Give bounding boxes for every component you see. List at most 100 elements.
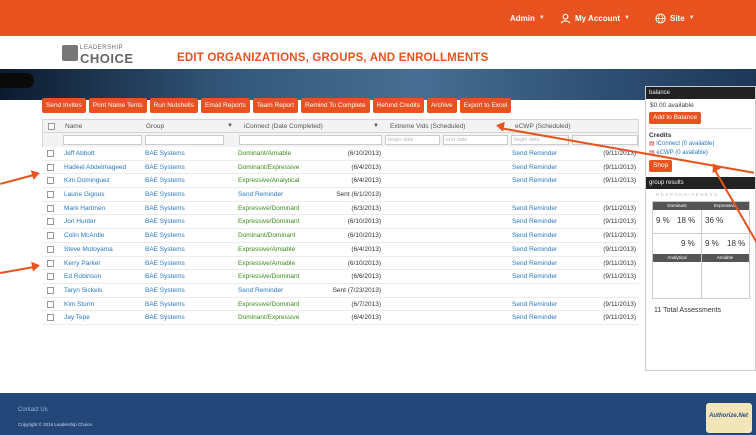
row-ecwp-reminder-link[interactable]: Send Reminder xyxy=(512,314,557,321)
row-name-link[interactable]: Hadeel Abdelmageed xyxy=(64,164,126,171)
export-to-excel-button[interactable]: Export to Excel xyxy=(459,98,512,113)
row-ecwp-reminder-link[interactable]: Send Reminder xyxy=(512,205,557,212)
remind-to-complete-button[interactable]: Remind To Complete xyxy=(301,98,370,113)
table-row[interactable]: Kim Sturm BAE Systems Expressive/Dominant (… xyxy=(42,298,639,312)
row-group-link[interactable]: BAE Systems xyxy=(145,164,185,171)
shop-button[interactable]: Shop xyxy=(649,160,673,172)
table-row[interactable]: Jon Hunter BAE Systems Expressive/Dominant… xyxy=(42,215,639,230)
row-checkbox[interactable] xyxy=(47,163,54,171)
email-reports-button[interactable]: Email Reports xyxy=(200,98,250,113)
admin-menu[interactable]: Admin ▼ xyxy=(510,0,545,36)
archive-button[interactable]: Archive xyxy=(426,98,457,113)
contact-us-link[interactable]: Contact Us xyxy=(18,407,48,413)
name-filter-input[interactable] xyxy=(63,135,142,145)
row-ecwp-reminder-link[interactable]: Send Reminder xyxy=(512,150,557,157)
table-row[interactable]: Mark Hartmen BAE Systems Expressive/Domina… xyxy=(42,202,639,216)
row-group-link[interactable]: BAE Systems xyxy=(145,287,185,294)
row-group-link[interactable]: BAE Systems xyxy=(145,177,185,184)
row-ecwp-reminder-link[interactable]: Send Reminder xyxy=(512,260,557,267)
row-name-link[interactable]: Kerry Parker xyxy=(64,260,100,267)
row-group-link[interactable]: BAE Systems xyxy=(145,191,185,198)
row-name-link[interactable]: Kim Sturm xyxy=(64,301,94,308)
row-name-link[interactable]: Jeff Abbott xyxy=(64,150,95,157)
row-group-link[interactable]: BAE Systems xyxy=(145,232,185,239)
run-nutshells-button[interactable]: Run Nutshells xyxy=(149,98,198,113)
refund-credits-button[interactable]: Refund Credits xyxy=(372,98,424,113)
row-checkbox[interactable] xyxy=(47,300,54,308)
row-name-link[interactable]: Jay Tepe xyxy=(64,314,90,321)
team-report-button[interactable]: Team Report xyxy=(252,98,299,113)
row-group-link[interactable]: BAE Systems xyxy=(145,301,185,308)
row-name-link[interactable]: Steve Motoyama xyxy=(64,246,113,253)
row-ecwp-reminder-link[interactable]: Send Reminder xyxy=(512,164,557,171)
row-checkbox[interactable] xyxy=(47,232,54,240)
row-ecwp-reminder-link[interactable]: Send Reminder xyxy=(512,301,557,308)
site-menu[interactable]: Site ▼ xyxy=(655,0,695,36)
iconnect-filter-input[interactable] xyxy=(239,135,382,145)
row-checkbox[interactable] xyxy=(47,150,54,157)
print-name-tents-button[interactable]: Print Name Tents xyxy=(88,98,147,113)
row-group-link[interactable]: BAE Systems xyxy=(145,314,185,321)
table-row[interactable]: Jay Tepe BAE Systems Dominant/Expressive (6… xyxy=(42,311,639,325)
table-row[interactable]: Laurie Gigous BAE Systems Send Reminder Sen… xyxy=(42,188,639,202)
leadership-choice-logo[interactable]: LEADERSHIP CHOICE xyxy=(62,42,133,66)
row-checkbox[interactable] xyxy=(47,259,54,267)
vids-begin-date-input[interactable]: begin date xyxy=(385,135,440,145)
row-group-link[interactable]: BAE Systems xyxy=(145,218,185,225)
select-all-checkbox[interactable] xyxy=(48,123,55,130)
column-header-iconnect[interactable]: iConnect (Date Completed) xyxy=(244,123,323,130)
row-checkbox[interactable] xyxy=(47,245,54,253)
row-name-link[interactable]: Colin McArdle xyxy=(64,232,104,239)
row-name-link[interactable]: Taryn Sickels xyxy=(64,287,102,294)
row-group-link[interactable]: BAE Systems xyxy=(145,246,185,253)
table-row[interactable]: Colin McArdle BAE Systems Dominant/Dominan… xyxy=(42,229,639,243)
row-checkbox[interactable] xyxy=(47,273,54,281)
row-checkbox[interactable] xyxy=(47,191,54,199)
row-checkbox[interactable] xyxy=(47,218,54,226)
row-name-link[interactable]: Laurie Gigous xyxy=(64,191,104,198)
chevron-down-icon[interactable]: ▼ xyxy=(373,123,379,129)
row-send-reminder-link[interactable]: Send Reminder xyxy=(238,287,283,294)
row-send-reminder-link[interactable]: Send Reminder xyxy=(238,191,283,198)
row-checkbox[interactable] xyxy=(47,314,54,322)
row-group-link[interactable]: BAE Systems xyxy=(145,260,185,267)
vids-end-date-input[interactable]: end date xyxy=(443,135,508,145)
table-row[interactable]: Kim Dominguez BAE Systems Expressive/Analy… xyxy=(42,174,639,189)
row-checkbox[interactable] xyxy=(47,286,54,294)
my-account-menu[interactable]: My Account ▼ xyxy=(560,0,630,36)
row-name-link[interactable]: Jon Hunter xyxy=(64,218,96,225)
group-filter-input[interactable] xyxy=(145,135,224,145)
row-ecwp-reminder-link[interactable]: Send Reminder xyxy=(512,273,557,280)
table-row[interactable]: Ed Robinson BAE Systems Expressive/Dominan… xyxy=(42,270,639,284)
row-name-link[interactable]: Mark Hartmen xyxy=(64,205,105,212)
row-ecwp-reminder-link[interactable]: Send Reminder xyxy=(512,177,557,184)
row-name-link[interactable]: Ed Robinson xyxy=(64,273,101,280)
authorize-net-seal[interactable]: Authorize.Net xyxy=(706,403,752,433)
row-checkbox[interactable] xyxy=(47,177,54,185)
row-group-link[interactable]: BAE Systems xyxy=(145,205,185,212)
chevron-down-icon[interactable]: ▼ xyxy=(227,123,233,129)
row-ecwp-reminder-link[interactable]: Send Reminder xyxy=(512,246,557,253)
row-group-link[interactable]: BAE Systems xyxy=(145,273,185,280)
send-invites-button[interactable]: Send Invites xyxy=(42,98,86,113)
table-row[interactable]: Hadeel Abdelmageed BAE Systems Dominant/Ex… xyxy=(42,161,639,175)
row-ecwp-reminder-link[interactable]: Send Reminder xyxy=(512,232,557,239)
column-header-group[interactable]: Group xyxy=(146,123,164,130)
column-header-name[interactable]: Name xyxy=(65,123,82,130)
row-group-link[interactable]: BAE Systems xyxy=(145,150,185,157)
table-row[interactable]: Jeff Abbott BAE Systems Dominant/Amiable (6… xyxy=(42,147,639,161)
row-iconnect-result: Expressive/Amiable xyxy=(238,259,296,267)
row-checkbox[interactable] xyxy=(47,204,54,212)
column-header-extreme-vids[interactable]: Extreme Vids (Scheduled) xyxy=(390,123,465,130)
row-iconnect-date: (6/10/2013) xyxy=(347,218,381,226)
column-header-ecwp[interactable]: eCWP (Scheduled) xyxy=(515,123,571,130)
row-ecwp-reminder-link[interactable]: Send Reminder xyxy=(512,218,557,225)
credit-iconnect-link[interactable]: ▤ iConnect (0 available) xyxy=(646,139,755,148)
table-row[interactable]: Taryn Sickels BAE Systems Send Reminder Sen… xyxy=(42,284,639,298)
add-to-balance-button[interactable]: Add to Balance xyxy=(649,112,702,124)
ecwp-begin-date-input[interactable]: begin date xyxy=(511,135,569,145)
table-row[interactable]: Steve Motoyama BAE Systems Expressive/Amia… xyxy=(42,243,639,257)
banner-image xyxy=(0,69,756,100)
row-name-link[interactable]: Kim Dominguez xyxy=(64,177,110,184)
table-row[interactable]: Kerry Parker BAE Systems Expressive/Amiabl… xyxy=(42,257,639,271)
